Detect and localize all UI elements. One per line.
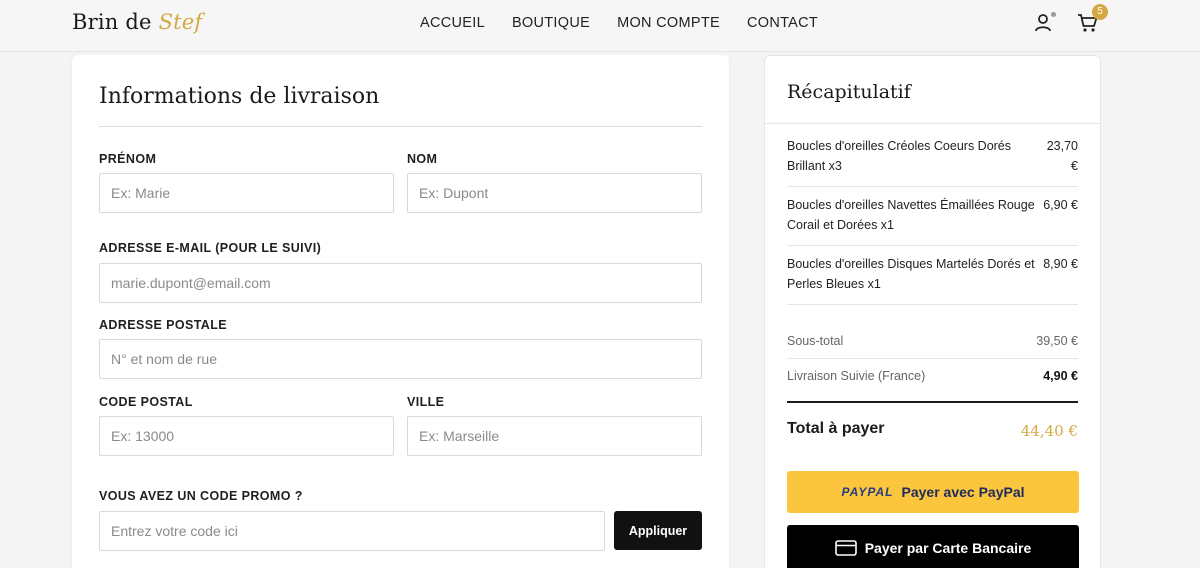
address-label: ADRESSE POSTALE bbox=[99, 318, 228, 332]
subtotal-value: 39,50 € bbox=[1036, 334, 1078, 348]
zip-input[interactable] bbox=[99, 416, 394, 456]
subtotal-divider bbox=[787, 358, 1078, 359]
nav-accueil[interactable]: ACCUEIL bbox=[420, 15, 485, 31]
summary-divider bbox=[765, 123, 1100, 124]
user-status-dot bbox=[1051, 12, 1056, 17]
paypal-logo-icon: PAYPAL bbox=[841, 485, 894, 499]
item-name: Boucles d'oreilles Créoles Coeurs Dorés … bbox=[787, 139, 1012, 173]
cart-count-badge: 5 bbox=[1092, 4, 1108, 20]
lastname-input[interactable] bbox=[407, 173, 702, 213]
total-divider bbox=[787, 401, 1078, 403]
shipping-label: Livraison Suivie (France) bbox=[787, 369, 926, 383]
nav-mon-compte[interactable]: MON COMPTE bbox=[617, 15, 720, 31]
site-header: Brin de Stef ACCUEIL BOUTIQUE MON COMPTE… bbox=[0, 0, 1200, 52]
item-name: Boucles d'oreilles Navettes Émaillées Ro… bbox=[787, 198, 1035, 232]
promo-label: VOUS AVEZ UN CODE PROMO ? bbox=[99, 489, 303, 503]
credit-card-icon bbox=[834, 540, 857, 556]
title-divider bbox=[99, 126, 702, 127]
item-price: 8,90 € bbox=[1043, 257, 1078, 271]
total-label: Total à payer bbox=[787, 420, 885, 437]
card-payment-button[interactable]: Payer par Carte Bancaire bbox=[787, 525, 1079, 568]
form-title: Informations de livraison bbox=[99, 84, 380, 109]
main-nav: ACCUEIL BOUTIQUE MON COMPTE CONTACT bbox=[420, 15, 845, 31]
item-price: 23,70 € bbox=[1046, 139, 1078, 173]
apply-promo-button[interactable]: Appliquer bbox=[614, 511, 702, 550]
lastname-label: NOM bbox=[407, 152, 438, 166]
shipping-value: 4,90 € bbox=[1043, 369, 1078, 383]
city-input[interactable] bbox=[407, 416, 702, 456]
paypal-button[interactable]: PAYPAL Payer avec PayPal bbox=[787, 471, 1079, 513]
email-label: ADRESSE E-MAIL (POUR LE SUIVI) bbox=[99, 241, 322, 255]
nav-contact[interactable]: CONTACT bbox=[747, 15, 818, 31]
list-item: Boucles d'oreilles Créoles Coeurs Dorés … bbox=[787, 136, 1078, 187]
address-input[interactable] bbox=[99, 339, 702, 379]
item-price: 6,90 € bbox=[1043, 198, 1078, 212]
total-value: 44,40 € bbox=[1020, 422, 1078, 440]
firstname-label: PRÉNOM bbox=[99, 152, 157, 166]
summary-title: Récapitulatif bbox=[787, 81, 911, 103]
delivery-form-card: Informations de livraison PRÉNOM NOM ADR… bbox=[72, 55, 729, 568]
paypal-button-label: Payer avec PayPal bbox=[901, 484, 1025, 500]
site-logo[interactable]: Brin de Stef bbox=[72, 10, 202, 34]
promo-code-input[interactable] bbox=[99, 511, 605, 551]
subtotal-label: Sous-total bbox=[787, 334, 844, 348]
logo-accent-text: Stef bbox=[158, 10, 203, 34]
item-name: Boucles d'oreilles Disques Martelés Doré… bbox=[787, 257, 1035, 291]
zip-label: CODE POSTAL bbox=[99, 395, 193, 409]
nav-boutique[interactable]: BOUTIQUE bbox=[512, 15, 590, 31]
city-label: VILLE bbox=[407, 395, 445, 409]
card-button-label: Payer par Carte Bancaire bbox=[864, 540, 1032, 556]
email-input[interactable] bbox=[99, 263, 702, 303]
logo-main-text: Brin de bbox=[72, 10, 152, 34]
firstname-input[interactable] bbox=[99, 173, 394, 213]
order-summary-card: Récapitulatif Boucles d'oreilles Créoles… bbox=[764, 55, 1101, 568]
list-item: Boucles d'oreilles Navettes Émaillées Ro… bbox=[787, 195, 1078, 246]
list-item: Boucles d'oreilles Disques Martelés Doré… bbox=[787, 254, 1078, 305]
